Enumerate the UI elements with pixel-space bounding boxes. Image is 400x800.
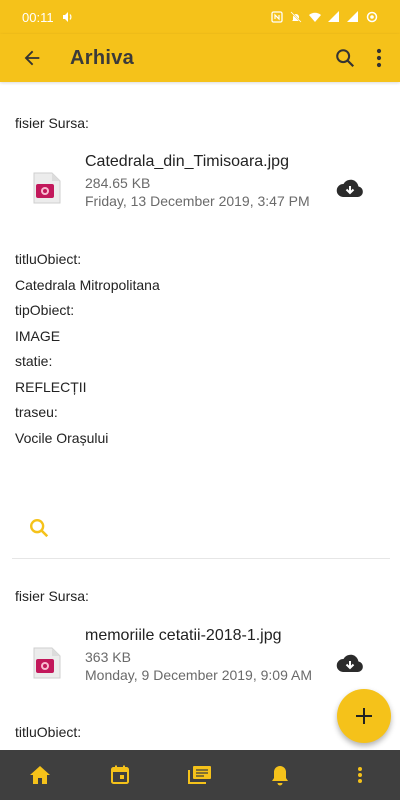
status-time: 00:11 bbox=[22, 9, 54, 25]
overflow-menu-button[interactable] bbox=[362, 34, 396, 82]
file-name: Catedrala_din_Timisoara.jpg bbox=[85, 153, 289, 170]
source-file-label: fisier Sursa: bbox=[15, 588, 89, 604]
field-value: Catedrala Mitropolitana bbox=[15, 277, 160, 293]
plus-icon bbox=[356, 708, 372, 724]
bottom-navigation bbox=[0, 750, 400, 800]
file-item[interactable]: memoriile cetatii-2018-1.jpg 363 KB Mond… bbox=[0, 620, 400, 710]
nav-home[interactable] bbox=[0, 750, 80, 800]
app-bar: Arhiva bbox=[0, 34, 400, 82]
cloud-download-icon[interactable] bbox=[336, 653, 364, 675]
more-vert-icon bbox=[358, 767, 362, 783]
nav-gallery[interactable] bbox=[160, 750, 240, 800]
field-value: REFLECȚII bbox=[15, 379, 87, 395]
file-date: Monday, 9 December 2019, 9:09 AM bbox=[85, 667, 312, 683]
file-size: 284.65 KB bbox=[85, 175, 151, 191]
back-arrow-icon bbox=[24, 50, 40, 66]
archive-list[interactable]: fisier Sursa: Catedrala_din_Timisoara.jp… bbox=[0, 82, 400, 750]
signal-icon bbox=[347, 11, 358, 22]
file-date: Friday, 13 December 2019, 3:47 PM bbox=[85, 193, 310, 209]
calendar-icon bbox=[111, 765, 129, 784]
file-name: memoriile cetatii-2018-1.jpg bbox=[85, 627, 282, 644]
field-value: Vocile Orașului bbox=[15, 430, 109, 446]
status-bar: 00:11 bbox=[0, 0, 400, 34]
field-label: titluObiect: bbox=[15, 251, 82, 267]
search-icon bbox=[336, 49, 355, 68]
search-icon[interactable] bbox=[28, 517, 50, 539]
file-size: 363 KB bbox=[85, 649, 131, 665]
record-divider bbox=[12, 558, 390, 559]
back-button[interactable] bbox=[0, 34, 64, 82]
field-label: tipObiect: bbox=[15, 302, 75, 318]
nav-notifications[interactable] bbox=[240, 750, 320, 800]
add-button[interactable] bbox=[337, 689, 391, 743]
wifi-icon bbox=[309, 12, 321, 22]
gallery-icon bbox=[188, 766, 211, 784]
data-saver-icon bbox=[366, 11, 378, 23]
volume-icon bbox=[62, 12, 72, 22]
field-label: titluObiect: bbox=[15, 724, 82, 740]
field-label: statie: bbox=[15, 353, 53, 369]
file-item[interactable]: Catedrala_din_Timisoara.jpg 284.65 KB Fr… bbox=[0, 148, 400, 238]
signal-icon bbox=[328, 11, 339, 22]
source-file-label: fisier Sursa: bbox=[15, 115, 89, 131]
nfc-icon bbox=[271, 11, 283, 23]
more-vert-icon bbox=[376, 48, 382, 68]
nav-more[interactable] bbox=[320, 750, 400, 800]
bell-icon bbox=[272, 766, 288, 786]
mute-icon bbox=[290, 11, 302, 23]
field-label: traseu: bbox=[15, 404, 58, 420]
nav-calendar[interactable] bbox=[80, 750, 160, 800]
page-title: Arhiva bbox=[70, 46, 135, 69]
image-file-icon bbox=[33, 647, 61, 679]
cloud-download-icon[interactable] bbox=[336, 178, 364, 200]
image-file-icon bbox=[33, 172, 61, 204]
home-icon bbox=[30, 766, 50, 784]
search-button[interactable] bbox=[328, 34, 362, 82]
field-value: IMAGE bbox=[15, 328, 61, 344]
